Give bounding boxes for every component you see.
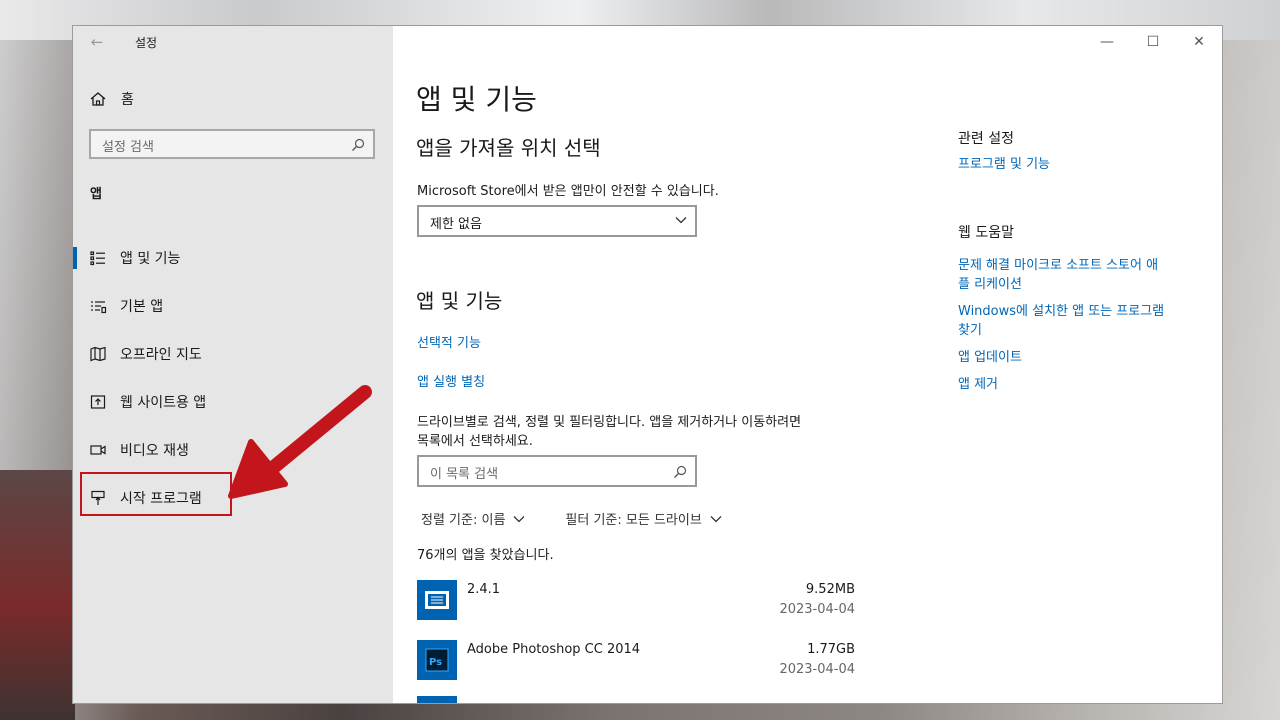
default-apps-icon	[89, 297, 107, 315]
sort-dropdown[interactable]: 정렬 기준: 이름	[421, 509, 505, 528]
help-link-line: 앱 업데이트	[958, 350, 1022, 365]
related-settings-heading: 관련 설정	[958, 131, 1014, 147]
main-content: — ☐ ✕ 앱 및 기능 앱을 가져올 위치 선택 Microsoft Stor…	[393, 26, 1222, 703]
page-title: 앱 및 기능	[416, 83, 537, 116]
titlebar: ← 설정	[73, 26, 393, 58]
home-nav-item[interactable]: 홈	[89, 88, 134, 110]
search-icon[interactable]	[673, 464, 687, 478]
app-name: Adobe Photoshop CC 2014	[467, 642, 641, 657]
search-description-line2: 목록에서 선택하세요.	[417, 434, 533, 449]
app-list-item[interactable]: Ps Adobe Photoshop CC 2014 1.77GB 2023-0…	[417, 640, 857, 700]
sidebar: ← 설정 홈 설정 검색 앱 앱 및 기능 기본 앱 오프라인 지도 웹 사이트…	[73, 26, 393, 703]
app-list-search-placeholder: 이 목록 검색	[430, 467, 499, 482]
web-help-heading: 웹 도움말	[958, 225, 1014, 241]
app-tile-partial	[417, 696, 457, 703]
window-title: 설정	[135, 36, 158, 50]
app-size: 9.52MB	[805, 582, 855, 597]
sidebar-item-label: 기본 앱	[120, 299, 164, 315]
sidebar-item-label: 비디오 재생	[120, 443, 189, 459]
annotation-highlight-box	[80, 472, 232, 516]
filter-dropdown[interactable]: 필터 기준: 모든 드라이브	[565, 509, 701, 528]
offline-map-icon	[89, 345, 107, 363]
video-icon	[89, 441, 107, 459]
web-help: 웹 도움말 문제 해결 마이크로 소프트 스토어 애 플 리케이션 Window…	[958, 222, 1208, 394]
chevron-down-icon	[675, 217, 687, 224]
app-date: 2023-04-04	[779, 662, 855, 677]
help-link-line: 플 리케이션	[958, 277, 1022, 292]
help-link-line: 앱 제거	[958, 377, 999, 392]
settings-search-input[interactable]: 설정 검색	[89, 129, 375, 159]
sidebar-item-apps-features[interactable]: 앱 및 기능	[73, 234, 393, 282]
section-label-apps: 앱	[90, 187, 102, 202]
window-controls: — ☐ ✕	[1084, 26, 1222, 58]
related-settings: 관련 설정 프로그램 및 기능	[958, 128, 1208, 174]
sidebar-item-label: 웹 사이트용 앱	[120, 395, 207, 411]
chevron-down-icon[interactable]	[710, 515, 722, 523]
help-link-find-apps[interactable]: Windows에 설치한 앱 또는 프로그램 찾기	[958, 302, 1208, 340]
help-link-line: 문제 해결 마이크로 소프트 스토어 애	[958, 258, 1159, 273]
help-link-line: Windows에 설치한 앱 또는 프로그램	[958, 304, 1165, 319]
help-link-uninstall[interactable]: 앱 제거	[958, 375, 1208, 394]
chevron-down-icon[interactable]	[513, 515, 525, 523]
maximize-icon[interactable]: ☐	[1130, 26, 1176, 58]
app-window-icon	[417, 580, 457, 620]
home-icon	[89, 90, 107, 108]
photoshop-icon: Ps	[417, 640, 457, 680]
sidebar-item-label: 오프라인 지도	[120, 347, 202, 363]
app-list-item[interactable]: 2.4.1 9.52MB 2023-04-04	[417, 580, 857, 640]
app-date: 2023-04-04	[779, 602, 855, 617]
back-arrow-icon[interactable]: ←	[87, 33, 107, 51]
programs-features-link[interactable]: 프로그램 및 기능	[958, 155, 1208, 174]
sidebar-item-label: 앱 및 기능	[120, 251, 181, 267]
app-name: 2.4.1	[467, 582, 501, 597]
optional-features-link[interactable]: 선택적 기능	[417, 332, 481, 351]
choose-location-heading: 앱을 가져올 위치 선택	[416, 136, 601, 160]
apps-features-heading: 앱 및 기능	[416, 289, 503, 313]
app-source-dropdown[interactable]: 제한 없음	[417, 205, 697, 237]
sidebar-item-default-apps[interactable]: 기본 앱	[73, 282, 393, 330]
apps-list-icon	[89, 249, 107, 267]
app-execution-alias-link[interactable]: 앱 실행 별칭	[417, 371, 485, 390]
wallpaper-rock	[0, 470, 75, 720]
app-list-search-input[interactable]: 이 목록 검색	[417, 455, 697, 487]
close-icon[interactable]: ✕	[1176, 26, 1222, 58]
annotation-arrow-icon	[228, 385, 372, 499]
settings-search-placeholder: 설정 검색	[102, 140, 154, 155]
app-size: 1.77GB	[807, 642, 855, 657]
help-link-line: 찾기	[958, 323, 982, 338]
apps-found-count: 76개의 앱을 찾았습니다.	[417, 548, 554, 563]
minimize-icon[interactable]: —	[1084, 26, 1130, 58]
website-apps-icon	[89, 393, 107, 411]
choose-location-description: Microsoft Store에서 받은 앱만이 안전할 수 있습니다.	[417, 184, 719, 199]
sort-filter-row: 정렬 기준: 이름 필터 기준: 모든 드라이브	[421, 509, 762, 528]
help-link-update[interactable]: 앱 업데이트	[958, 348, 1208, 367]
settings-window: ← 설정 홈 설정 검색 앱 앱 및 기능 기본 앱 오프라인 지도 웹 사이트…	[73, 26, 1222, 703]
app-source-value: 제한 없음	[430, 217, 482, 232]
help-link-troubleshoot[interactable]: 문제 해결 마이크로 소프트 스토어 애 플 리케이션	[958, 256, 1208, 294]
home-label: 홈	[121, 92, 134, 108]
svg-text:Ps: Ps	[429, 657, 442, 668]
search-description-line1: 드라이브별로 검색, 정렬 및 필터링합니다. 앱을 제거하거나 이동하려면	[417, 415, 802, 430]
sidebar-item-offline-maps[interactable]: 오프라인 지도	[73, 330, 393, 378]
search-icon[interactable]	[351, 137, 365, 151]
